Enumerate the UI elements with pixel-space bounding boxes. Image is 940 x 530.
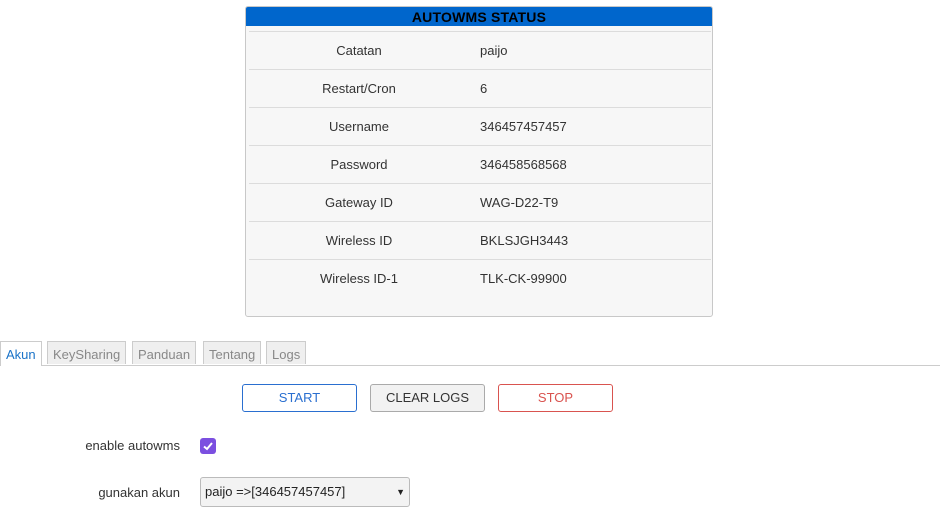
table-row: Catatan paijo	[249, 31, 711, 70]
status-card: AUTOWMS STATUS Catatan paijo Restart/Cron…	[245, 6, 713, 317]
row-key: Restart/Cron	[249, 69, 469, 108]
check-icon	[203, 442, 213, 451]
clear-logs-button[interactable]: CLEAR LOGS	[370, 384, 485, 412]
tab-bar: Akun KeySharing Panduan Tentang Logs	[0, 341, 940, 366]
row-value: 6	[469, 69, 711, 108]
enable-autowms-label: enable autowms	[85, 438, 180, 453]
table-row: Password 346458568568	[249, 145, 711, 184]
chevron-down-icon: ▼	[396, 487, 405, 497]
tab-akun[interactable]: Akun	[0, 341, 42, 366]
row-key: Wireless ID-1	[249, 259, 469, 297]
row-key: Password	[249, 145, 469, 184]
stop-button[interactable]: STOP	[498, 384, 613, 412]
table-row: Gateway ID WAG-D22-T9	[249, 183, 711, 222]
tab-keysharing[interactable]: KeySharing	[47, 341, 127, 364]
table-row: Restart/Cron 6	[249, 69, 711, 108]
start-button[interactable]: START	[242, 384, 357, 412]
akun-select-value: paijo =>[346457457457]	[205, 484, 346, 499]
status-title: AUTOWMS STATUS	[246, 7, 712, 26]
row-value: TLK-CK-99900	[469, 259, 711, 297]
tab-panduan[interactable]: Panduan	[132, 341, 197, 364]
row-value: BKLSJGH3443	[469, 221, 711, 260]
enable-autowms-checkbox[interactable]	[200, 438, 216, 454]
table-row: Username 346457457457	[249, 107, 711, 146]
row-key: Gateway ID	[249, 183, 469, 222]
table-row: Wireless ID BKLSJGH3443	[249, 221, 711, 260]
tab-logs[interactable]: Logs	[266, 341, 307, 364]
row-key: Catatan	[249, 31, 469, 70]
tab-tentang[interactable]: Tentang	[203, 341, 262, 364]
gunakan-akun-label: gunakan akun	[98, 485, 180, 500]
row-key: Wireless ID	[249, 221, 469, 260]
row-value: 346457457457	[469, 107, 711, 146]
row-key: Username	[249, 107, 469, 146]
table-row: Wireless ID-1 TLK-CK-99900	[249, 259, 711, 297]
row-value: 346458568568	[469, 145, 711, 184]
row-value: WAG-D22-T9	[469, 183, 711, 222]
akun-select[interactable]: paijo =>[346457457457] ▼	[200, 477, 410, 507]
row-value: paijo	[469, 31, 711, 70]
status-table: Catatan paijo Restart/Cron 6 Username 34645…	[249, 31, 711, 297]
